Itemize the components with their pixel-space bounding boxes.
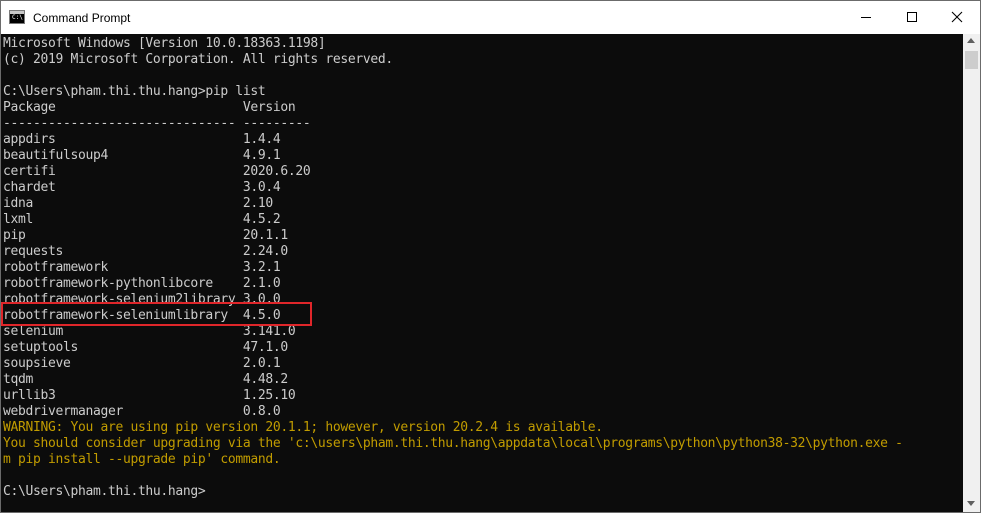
console-line: (c) 2019 Microsoft Corporation. All righ… bbox=[3, 52, 393, 67]
console-line: soupsieve 2.0.1 bbox=[3, 356, 281, 371]
console-line: urllib3 1.25.10 bbox=[3, 388, 296, 403]
console-line: Microsoft Windows [Version 10.0.18363.11… bbox=[3, 36, 326, 51]
console-line: webdrivermanager 0.8.0 bbox=[3, 404, 281, 419]
maximize-icon bbox=[907, 12, 917, 22]
console-line: lxml 4.5.2 bbox=[3, 212, 281, 227]
command-prompt-window: C:\ Command Prompt Microsoft Windows [Ve… bbox=[0, 0, 981, 513]
console-line: certifi 2020.6.20 bbox=[3, 164, 311, 179]
window-title: Command Prompt bbox=[33, 11, 131, 25]
console-line: requests 2.24.0 bbox=[3, 244, 288, 259]
console-line: pip 20.1.1 bbox=[3, 228, 288, 243]
maximize-button[interactable] bbox=[889, 1, 935, 34]
console-line: Package Version bbox=[3, 100, 296, 115]
minimize-button[interactable] bbox=[843, 1, 889, 34]
console-line: C:\Users\pham.thi.thu.hang>pip list bbox=[3, 84, 266, 99]
console-line: C:\Users\pham.thi.thu.hang> bbox=[3, 484, 206, 499]
console-output[interactable]: Microsoft Windows [Version 10.0.18363.11… bbox=[1, 34, 963, 512]
vertical-scrollbar[interactable] bbox=[963, 34, 980, 512]
scroll-up-arrow-icon[interactable] bbox=[967, 38, 975, 43]
minimize-icon bbox=[861, 17, 871, 18]
console-lines: Microsoft Windows [Version 10.0.18363.11… bbox=[3, 36, 903, 500]
close-button[interactable] bbox=[934, 1, 980, 34]
cmd-icon-text: C:\ bbox=[12, 14, 23, 21]
console-line: setuptools 47.1.0 bbox=[3, 340, 288, 355]
console-line: selenium 3.141.0 bbox=[3, 324, 296, 339]
scroll-down-arrow-icon[interactable] bbox=[967, 501, 975, 506]
cmd-icon[interactable]: C:\ bbox=[9, 10, 25, 24]
console-line: idna 2.10 bbox=[3, 196, 273, 211]
console-line: m pip install --upgrade pip' command. bbox=[3, 452, 281, 467]
console-line: You should consider upgrading via the 'c… bbox=[3, 436, 903, 451]
highlight-box bbox=[1, 302, 312, 326]
close-icon bbox=[951, 11, 963, 23]
console-line: beautifulsoup4 4.9.1 bbox=[3, 148, 281, 163]
console-line: WARNING: You are using pip version 20.1.… bbox=[3, 420, 603, 435]
console-line: chardet 3.0.4 bbox=[3, 180, 281, 195]
console-line: tqdm 4.48.2 bbox=[3, 372, 288, 387]
console-line: appdirs 1.4.4 bbox=[3, 132, 281, 147]
console-line: robotframework 3.2.1 bbox=[3, 260, 281, 275]
console-line: robotframework-pythonlibcore 2.1.0 bbox=[3, 276, 281, 291]
scrollbar-thumb[interactable] bbox=[965, 51, 978, 69]
console-line: ------------------------------- --------… bbox=[3, 116, 311, 131]
title-bar[interactable]: C:\ Command Prompt bbox=[1, 1, 980, 34]
